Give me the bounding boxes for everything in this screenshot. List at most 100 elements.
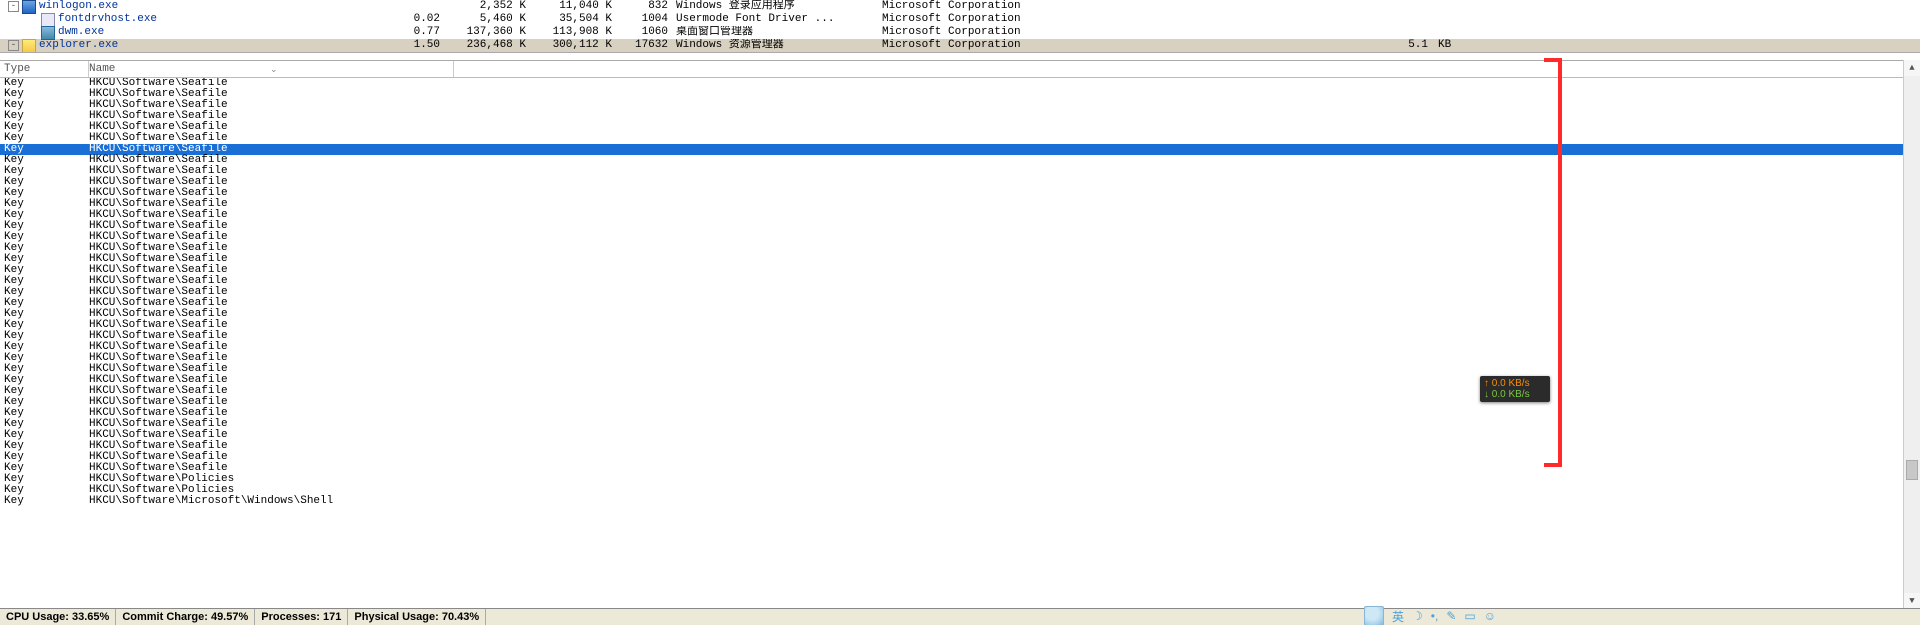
handle-row[interactable]: KeyHKCU\Software\Seafile [0,78,1904,89]
handle-row[interactable]: KeyHKCU\Software\Seafile [0,353,1904,364]
handle-row[interactable]: KeyHKCU\Software\Seafile [0,254,1904,265]
handle-row[interactable]: KeyHKCU\Software\Seafile [0,375,1904,386]
cpu-cell: 1.50 [400,39,446,52]
io-unit-cell: KB [1434,39,1474,52]
handle-row[interactable]: KeyHKCU\Software\Seafile [0,89,1904,100]
handles-header: Type Name ⌄ [0,61,1920,78]
handle-row[interactable]: KeyHKCU\Software\Seafile [0,320,1904,331]
process-metrics-row[interactable]: 0.025,460 K35,504 K1004Usermode Font Dri… [400,13,1920,26]
process-name: fontdrvhost.exe [58,13,157,26]
process-tree-row[interactable]: -winlogon.exe [0,0,400,13]
process-tree-row[interactable]: - explorer.exe [0,39,400,52]
handle-row[interactable]: KeyHKCU\Software\Seafile [0,397,1904,408]
process-metrics-row[interactable]: 0.77137,360 K113,908 K1060桌面窗口管理器Microso… [400,26,1920,39]
handle-row[interactable]: KeyHKCU\Software\Seafile [0,144,1904,155]
process-name: explorer.exe [39,39,118,52]
private-bytes-cell: 2,352 K [446,0,532,13]
handle-row[interactable]: KeyHKCU\Software\Microsoft\Windows\Shell [0,496,1904,507]
handle-row[interactable]: KeyHKCU\Software\Seafile [0,386,1904,397]
scroll-up-button[interactable]: ▲ [1904,60,1920,76]
io-rate-cell: 5.1 [1088,39,1434,52]
down-arrow-icon: ↓ [1484,389,1489,400]
ime-tray[interactable]: 英 ☽ •, ✎ ▭ ☺ [1364,607,1500,625]
column-header-type[interactable]: Type [0,61,89,77]
handle-row[interactable]: KeyHKCU\Software\Seafile [0,463,1904,474]
net-download-value: 0.0 KB/s [1492,389,1530,400]
handle-type: Key [0,496,89,507]
penguin-avatar-icon[interactable] [1364,606,1384,625]
process-metrics-row[interactable]: 1.50236,468 K300,112 K17632Windows 资源管理器… [400,39,1920,52]
sort-indicator-icon: ⌄ [270,65,278,75]
handle-row[interactable]: KeyHKCU\Software\Seafile [0,166,1904,177]
handle-row[interactable]: KeyHKCU\Software\Seafile [0,276,1904,287]
pid-cell: 832 [618,0,672,13]
handle-row[interactable]: KeyHKCU\Software\Policies [0,474,1904,485]
working-set-cell: 300,112 K [532,39,618,52]
status-procs: Processes: 171 [255,609,348,625]
handle-row[interactable]: KeyHKCU\Software\Seafile [0,232,1904,243]
status-bar: CPU Usage: 33.65% Commit Charge: 49.57% … [0,608,1920,625]
handle-row[interactable]: KeyHKCU\Software\Seafile [0,210,1904,221]
handle-row[interactable]: KeyHKCU\Software\Seafile [0,408,1904,419]
handle-row[interactable]: KeyHKCU\Software\Seafile [0,287,1904,298]
cpu-cell [400,0,446,13]
keyboard-icon[interactable]: ▭ [1464,609,1475,623]
annotation-marker [1544,463,1562,467]
handle-row[interactable]: KeyHKCU\Software\Seafile [0,441,1904,452]
process-metrics: 2,352 K11,040 K832Windows 登录应用程序Microsof… [400,0,1920,52]
status-physical: Physical Usage: 70.43% [348,609,486,625]
process-tree-row[interactable]: fontdrvhost.exe [0,13,400,26]
dwm-icon [41,26,55,40]
scroll-thumb[interactable] [1906,460,1918,480]
pid-cell: 17632 [618,39,672,52]
process-tree-row[interactable]: dwm.exe [0,26,400,39]
handle-row[interactable]: KeyHKCU\Software\Seafile [0,221,1904,232]
handle-row[interactable]: KeyHKCU\Software\Seafile [0,298,1904,309]
font-icon [41,13,55,27]
moon-icon[interactable]: ☽ [1412,609,1423,623]
process-tree: -winlogon.exefontdrvhost.exedwm.exe-expl… [0,0,400,52]
handle-row[interactable]: KeyHKCU\Software\Seafile [0,133,1904,144]
handles-list[interactable]: KeyHKCU\Software\SeafileKeyHKCU\Software… [0,78,1904,609]
handle-row[interactable]: KeyHKCU\Software\Seafile [0,177,1904,188]
handle-row[interactable]: KeyHKCU\Software\Seafile [0,199,1904,210]
io-rate-cell [1088,13,1434,26]
ime-language[interactable]: 英 [1392,608,1404,625]
cpu-cell: 0.02 [400,13,446,26]
net-upload: ↑ 0.0 KB/s [1484,378,1546,389]
private-bytes-cell: 137,360 K [446,26,532,39]
company-cell: Microsoft Corporation [882,0,1088,13]
handle-row[interactable]: KeyHKCU\Software\Seafile [0,188,1904,199]
handle-row[interactable]: KeyHKCU\Software\Seafile [0,111,1904,122]
handle-row[interactable]: KeyHKCU\Software\Seafile [0,364,1904,375]
handle-row[interactable]: KeyHKCU\Software\Seafile [0,419,1904,430]
handle-row[interactable]: KeyHKCU\Software\Seafile [0,342,1904,353]
status-commit: Commit Charge: 49.57% [116,609,255,625]
network-monitor[interactable]: ↑ 0.0 KB/s ↓ 0.0 KB/s [1480,376,1550,402]
handle-row[interactable]: KeyHKCU\Software\Seafile [0,309,1904,320]
net-upload-value: 0.0 KB/s [1492,378,1530,389]
tool-icon[interactable]: ✎ [1446,609,1456,623]
smile-icon[interactable]: ☺ [1484,609,1496,623]
private-bytes-cell: 236,468 K [446,39,532,52]
handle-row[interactable]: KeyHKCU\Software\Seafile [0,331,1904,342]
io-unit-cell [1434,26,1474,39]
tree-collapse-icon[interactable]: - [8,1,19,12]
handle-row[interactable]: KeyHKCU\Software\Seafile [0,265,1904,276]
handle-row[interactable]: KeyHKCU\Software\Seafile [0,100,1904,111]
handle-row[interactable]: KeyHKCU\Software\Seafile [0,155,1904,166]
explorer-icon [22,39,36,53]
handle-row[interactable]: KeyHKCU\Software\Seafile [0,122,1904,133]
description-cell: Usermode Font Driver ... [672,13,882,26]
punctuation-icon[interactable]: •, [1431,609,1439,623]
handle-row[interactable]: KeyHKCU\Software\Seafile [0,430,1904,441]
io-unit-cell [1434,0,1474,13]
scroll-down-button[interactable]: ▼ [1904,593,1920,609]
handle-row[interactable]: KeyHKCU\Software\Seafile [0,243,1904,254]
io-rate-cell [1088,26,1434,39]
tree-collapse-icon[interactable]: - [8,40,19,51]
handle-row[interactable]: KeyHKCU\Software\Seafile [0,452,1904,463]
vertical-scrollbar[interactable]: ▲ ▼ [1903,60,1920,609]
net-download: ↓ 0.0 KB/s [1484,389,1546,400]
process-metrics-row[interactable]: 2,352 K11,040 K832Windows 登录应用程序Microsof… [400,0,1920,13]
